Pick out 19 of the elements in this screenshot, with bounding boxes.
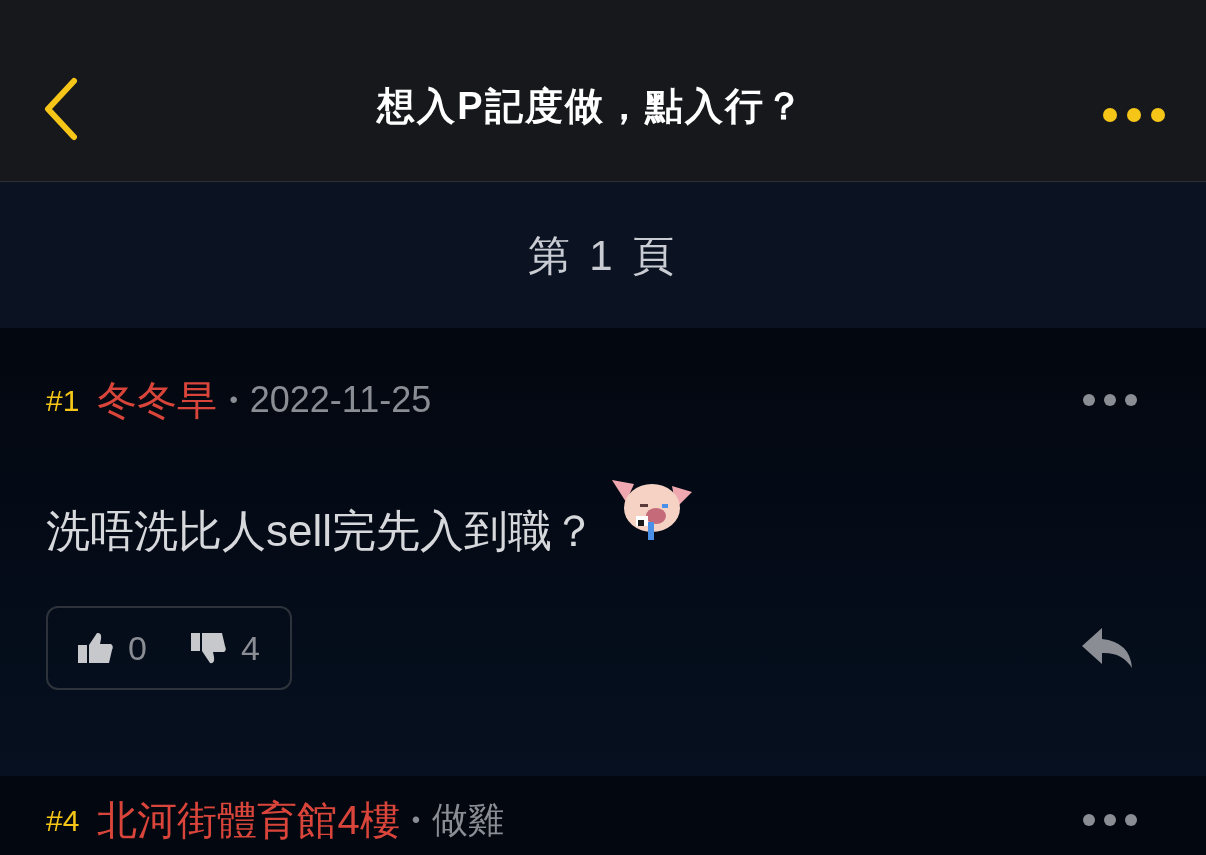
- thumbs-up-icon: [78, 631, 114, 665]
- post-number: #4: [46, 802, 80, 839]
- post-meta: 2022-11-25: [249, 378, 433, 422]
- more-icon[interactable]: [1082, 813, 1138, 827]
- separator-dot: •: [229, 385, 238, 415]
- post-meta: 做雞: [432, 798, 506, 842]
- like-button[interactable]: 0: [78, 622, 147, 674]
- post-number: #1: [46, 382, 80, 419]
- post-body: 洗唔洗比人sell完先入到職？: [46, 505, 597, 557]
- more-icon[interactable]: [1082, 393, 1138, 407]
- reply-icon[interactable]: [1080, 626, 1134, 670]
- dislike-button[interactable]: 4: [190, 622, 260, 674]
- more-icon[interactable]: [1102, 107, 1166, 123]
- separator-dot: •: [411, 805, 421, 835]
- username[interactable]: 冬冬旱: [97, 370, 218, 430]
- thumbs-down-icon: [190, 631, 227, 665]
- page-number: 第 1 頁: [527, 230, 679, 281]
- page-title: 想入P記度做，點入行？: [375, 84, 806, 129]
- username[interactable]: 北河街體育館4樓: [97, 790, 400, 850]
